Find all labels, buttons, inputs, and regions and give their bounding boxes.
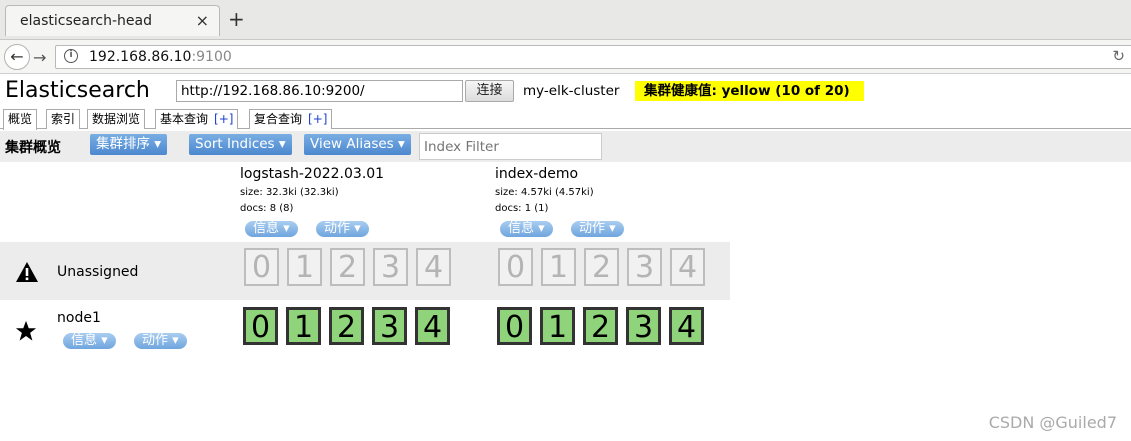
node-info-button[interactable]: 信息 ▾ bbox=[63, 333, 116, 349]
app-title: Elasticsearch bbox=[5, 78, 150, 103]
unassigned-label: Unassigned bbox=[57, 264, 139, 280]
close-tab-icon[interactable]: × bbox=[196, 11, 209, 30]
index-info-button[interactable]: 信息 ▾ bbox=[500, 221, 553, 237]
assigned-shard[interactable]: 4 bbox=[669, 307, 704, 345]
assigned-shard[interactable]: 4 bbox=[415, 307, 450, 345]
index-size: size: 4.57ki (4.57ki) bbox=[495, 187, 594, 198]
tab-browser[interactable]: 数据浏览 bbox=[87, 109, 146, 129]
index-name: index-demo bbox=[495, 166, 579, 182]
index-docs: docs: 1 (1) bbox=[495, 203, 549, 214]
unassigned-shard[interactable]: 1 bbox=[287, 248, 322, 286]
assigned-shard[interactable]: 1 bbox=[540, 307, 575, 345]
assigned-shard[interactable]: 3 bbox=[372, 307, 407, 345]
tab-compound-query[interactable]: 复合查询 [+] bbox=[249, 109, 333, 129]
index-action-button[interactable]: 动作 ▾ bbox=[316, 221, 369, 237]
warning-icon bbox=[16, 262, 38, 282]
unassigned-shard[interactable]: 3 bbox=[627, 248, 662, 286]
cluster-health-badge: 集群健康值: yellow (10 of 20) bbox=[635, 81, 864, 101]
assigned-shard[interactable]: 0 bbox=[497, 307, 532, 345]
address-text: 192.168.86.10:9100 bbox=[89, 49, 232, 65]
unassigned-shard[interactable]: 0 bbox=[498, 248, 533, 286]
info-icon[interactable]: i bbox=[64, 49, 78, 63]
tab-basic-query[interactable]: 基本查询 [+] bbox=[155, 109, 239, 129]
new-tab-icon[interactable]: + bbox=[228, 8, 245, 30]
unassigned-row: Unassigned bbox=[0, 242, 730, 300]
tab-indices[interactable]: 索引 bbox=[46, 109, 81, 129]
unassigned-shard[interactable]: 2 bbox=[584, 248, 619, 286]
address-bar[interactable]: i 192.168.86.10:9100 ↻ bbox=[55, 45, 1131, 69]
unassigned-shard[interactable]: 2 bbox=[330, 248, 365, 286]
index-action-button[interactable]: 动作 ▾ bbox=[571, 221, 624, 237]
dropdown-arrow-icon: ▾ bbox=[154, 136, 162, 152]
view-aliases-button[interactable]: View Aliases ▾ bbox=[304, 134, 411, 155]
star-icon bbox=[15, 320, 37, 341]
unassigned-shard[interactable]: 3 bbox=[373, 248, 408, 286]
assigned-shard[interactable]: 0 bbox=[243, 307, 278, 345]
index-docs: docs: 8 (8) bbox=[240, 203, 294, 214]
watermark: CSDN @Guiled7 bbox=[988, 413, 1117, 432]
toolbar-title: 集群概览 bbox=[5, 140, 61, 156]
assigned-shard[interactable]: 3 bbox=[626, 307, 661, 345]
back-arrow-icon[interactable]: ← bbox=[4, 44, 30, 70]
unassigned-shard[interactable]: 4 bbox=[416, 248, 451, 286]
index-filter-input[interactable] bbox=[419, 133, 602, 160]
connect-button[interactable]: 连接 bbox=[465, 80, 514, 102]
index-info-button[interactable]: 信息 ▾ bbox=[245, 221, 298, 237]
browser-tab-bar: elasticsearch-head × + bbox=[0, 0, 1131, 40]
reload-icon[interactable]: ↻ bbox=[1112, 47, 1125, 65]
unassigned-shard[interactable]: 0 bbox=[244, 248, 279, 286]
node-action-button[interactable]: 动作 ▾ bbox=[134, 333, 187, 349]
dropdown-arrow-icon: ▾ bbox=[278, 136, 286, 152]
sort-cluster-button[interactable]: 集群排序 ▾ bbox=[90, 134, 168, 155]
app-tab-bar: 概览 索引 数据浏览 基本查询 [+] 复合查询 [+] bbox=[0, 107, 1131, 130]
index-name: logstash-2022.03.01 bbox=[240, 166, 385, 182]
unassigned-shard[interactable]: 1 bbox=[541, 248, 576, 286]
unassigned-shard[interactable]: 4 bbox=[670, 248, 705, 286]
assigned-shard[interactable]: 2 bbox=[329, 307, 364, 345]
browser-tab-title: elasticsearch-head bbox=[20, 13, 152, 29]
dropdown-arrow-icon: ▾ bbox=[398, 136, 405, 152]
node-name: node1 bbox=[57, 310, 101, 326]
assigned-shard[interactable]: 1 bbox=[286, 307, 321, 345]
index-size: size: 32.3ki (32.3ki) bbox=[240, 187, 339, 198]
cluster-name: my-elk-cluster bbox=[523, 83, 620, 99]
browser-nav-bar: ← → i 192.168.86.10:9100 ↻ bbox=[0, 40, 1131, 74]
overview-toolbar: 集群概览 集群排序 ▾ Sort Indices ▾ View Aliases … bbox=[0, 131, 1131, 162]
sort-indices-button[interactable]: Sort Indices ▾ bbox=[189, 134, 292, 155]
tab-overview[interactable]: 概览 bbox=[3, 109, 38, 130]
assigned-shard[interactable]: 2 bbox=[583, 307, 618, 345]
forward-arrow-icon[interactable]: → bbox=[33, 48, 46, 67]
browser-tab[interactable]: elasticsearch-head × bbox=[5, 5, 220, 36]
cluster-url-input[interactable] bbox=[176, 80, 463, 102]
